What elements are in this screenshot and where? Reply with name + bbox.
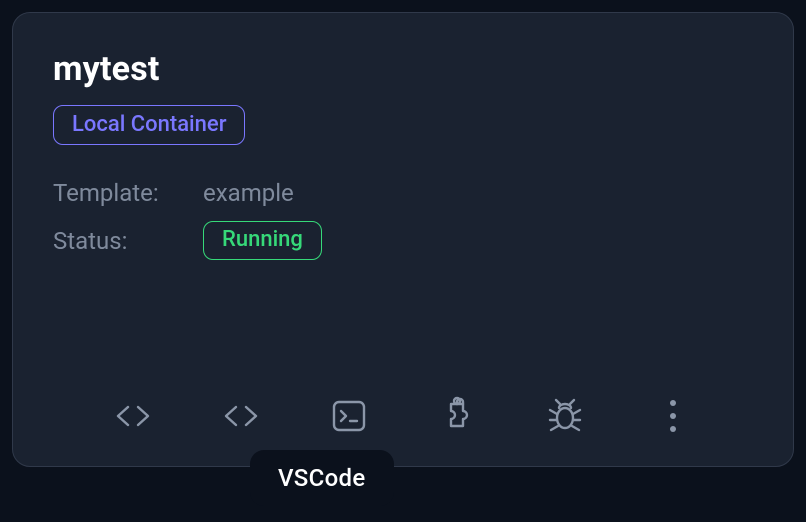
vscode-button[interactable] [219,394,263,438]
template-label: Template: [53,179,203,207]
template-value: example [203,179,294,207]
code-button[interactable] [111,394,155,438]
template-row: Template: example [53,179,753,207]
terminal-button[interactable] [327,394,371,438]
more-icon [670,400,676,432]
debug-button[interactable] [543,394,587,438]
status-badge: Running [203,221,322,259]
terminal-icon [329,396,369,436]
vscode-tooltip: VSCode [250,450,394,506]
status-label: Status: [53,227,203,255]
debug-icon [545,396,585,436]
status-row: Status: Running [53,221,753,259]
container-type-badge: Local Container [53,105,245,145]
extension-icon [437,396,477,436]
container-card: mytest Local Container Template: example… [12,12,794,467]
extension-button[interactable] [435,394,479,438]
action-toolbar [13,394,793,438]
code-icon [113,396,153,436]
more-button[interactable] [651,394,695,438]
container-title: mytest [53,49,753,89]
vscode-icon [221,396,261,436]
